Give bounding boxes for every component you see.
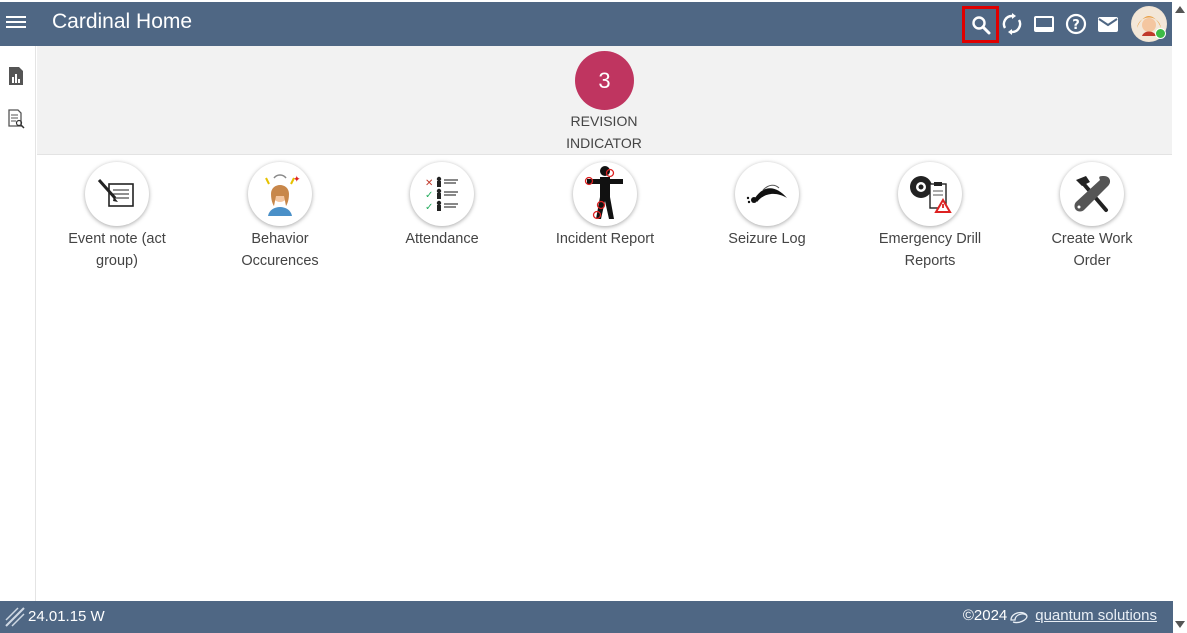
help-icon: ? [1065,13,1087,35]
attendance-checklist-icon: ✕✓✓ [425,176,458,213]
revision-indicator-label: REVISION INDICATOR [566,113,642,151]
tile-behavior-occurences[interactable]: ✦ Behavior Occurences [200,162,360,272]
document-search-icon[interactable] [7,109,25,129]
avatar[interactable] [1131,6,1167,42]
incident-body-icon [584,166,623,220]
note-pen-icon [97,179,134,207]
search-button[interactable] [962,6,999,43]
menu-icon[interactable] [6,13,26,33]
svg-text:✦: ✦ [293,175,301,185]
work-order-circle [1060,162,1124,226]
footer-logo-icon [5,607,25,627]
tile-seizure-log[interactable]: Seizure Log [687,162,847,250]
sync-button[interactable] [998,10,1026,38]
revision-count-badge[interactable]: 3 [575,51,634,110]
tile-attendance[interactable]: ✕ ✓ ✓ Attendance [362,162,522,250]
emergency-drill-icon [910,176,952,213]
scrollbar[interactable] [1173,0,1187,633]
page-title: Cardinal Home [52,10,193,33]
svg-text:✕: ✕ [425,178,433,189]
quantum-logo-icon [1010,611,1028,623]
svg-text:?: ? [1072,18,1080,33]
screen-button[interactable] [1030,10,1058,38]
screen-icon [1034,16,1054,32]
search-icon [971,15,990,34]
sync-icon [1002,13,1022,35]
tile-emergency-drill-reports[interactable]: Emergency Drill Reports [850,162,1010,272]
mail-icon [1098,16,1118,32]
copyright-text: ©2024 [962,607,1008,624]
revision-indicator-panel: 3 REVISION INDICATOR [37,46,1172,155]
online-status-dot [1155,28,1166,39]
version-label: 24.01.15 W [28,608,105,625]
scroll-up-arrow-icon[interactable] [1175,6,1185,13]
behavior-circle: ✦ [248,162,312,226]
sidebar [0,46,36,601]
brand-link[interactable]: quantum solutions [1035,607,1157,624]
incident-circle [573,162,637,226]
tile-create-work-order[interactable]: Create Work Order [1012,162,1172,272]
svg-text:✓: ✓ [425,202,433,213]
report-icon[interactable] [7,66,25,86]
seizure-circle [735,162,799,226]
svg-text:✓: ✓ [425,190,433,201]
seizure-icon [746,184,787,204]
app: Cardinal Home ? 3 REVISION INDICATOR Eve… [0,0,1173,633]
tile-event-note[interactable]: Event note (act group) [37,162,197,272]
top-bar: Cardinal Home ? [0,2,1172,46]
behavior-person-icon: ✦ [265,174,301,216]
emergency-drill-circle [898,162,962,226]
tools-icon [1074,176,1111,212]
tile-incident-report[interactable]: Incident Report [525,162,685,250]
scroll-down-arrow-icon[interactable] [1175,621,1185,628]
copyright: ©2024 quantum solutions [963,607,1157,624]
footer: 24.01.15 W ©2024 quantum solutions [0,601,1173,633]
attendance-circle: ✕ ✓ ✓ [410,162,474,226]
help-button[interactable]: ? [1062,10,1090,38]
mail-button[interactable] [1094,10,1122,38]
event-note-circle [85,162,149,226]
